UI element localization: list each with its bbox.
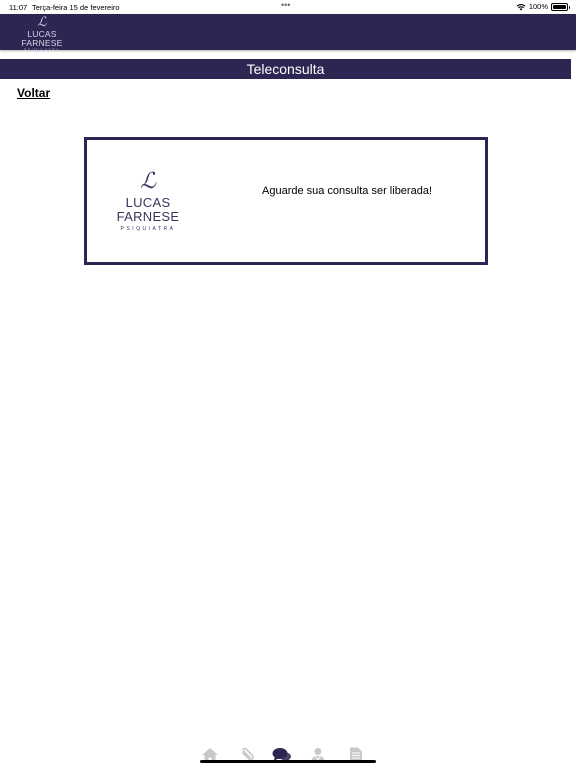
header-logo: ℒ LUCAS FARNESE PSIQUIATRA: [10, 16, 74, 53]
logo-subtitle: PSIQUIATRA: [24, 48, 60, 52]
home-indicator[interactable]: [200, 760, 376, 763]
wifi-icon: [516, 3, 526, 11]
back-link[interactable]: Voltar: [17, 86, 50, 100]
card-logo-name: LUCAS FARNESE: [116, 195, 180, 224]
battery-icon: [551, 2, 570, 11]
multitasking-dots-icon[interactable]: •••: [281, 0, 290, 10]
waiting-message: Aguarde sua consulta ser liberada!: [262, 185, 432, 197]
app-header: ℒ LUCAS FARNESE PSIQUIATRA: [0, 14, 576, 53]
battery-fill: [553, 4, 566, 9]
page-title: Teleconsulta: [0, 59, 571, 79]
logo-monogram: ℒ: [37, 15, 47, 30]
waiting-card: ℒ LUCAS FARNESE PSIQUIATRA Aguarde sua c…: [84, 137, 488, 265]
status-indicators: 100%: [516, 2, 570, 11]
card-logo-subtitle: PSIQUIATRA: [120, 226, 176, 232]
card-logo-monogram: ℒ: [140, 169, 156, 194]
status-bar: 11:07 Terça-feira 15 de fevereiro ••• 10…: [0, 0, 576, 14]
status-time: 11:07: [9, 3, 28, 12]
battery-percent: 100%: [528, 2, 548, 11]
bottom-nav: [0, 744, 576, 768]
status-date: Terça-feira 15 de fevereiro: [32, 3, 120, 12]
logo-name: LUCAS FARNESE: [21, 29, 63, 48]
card-logo: ℒ LUCAS FARNESE PSIQUIATRA: [96, 170, 200, 233]
